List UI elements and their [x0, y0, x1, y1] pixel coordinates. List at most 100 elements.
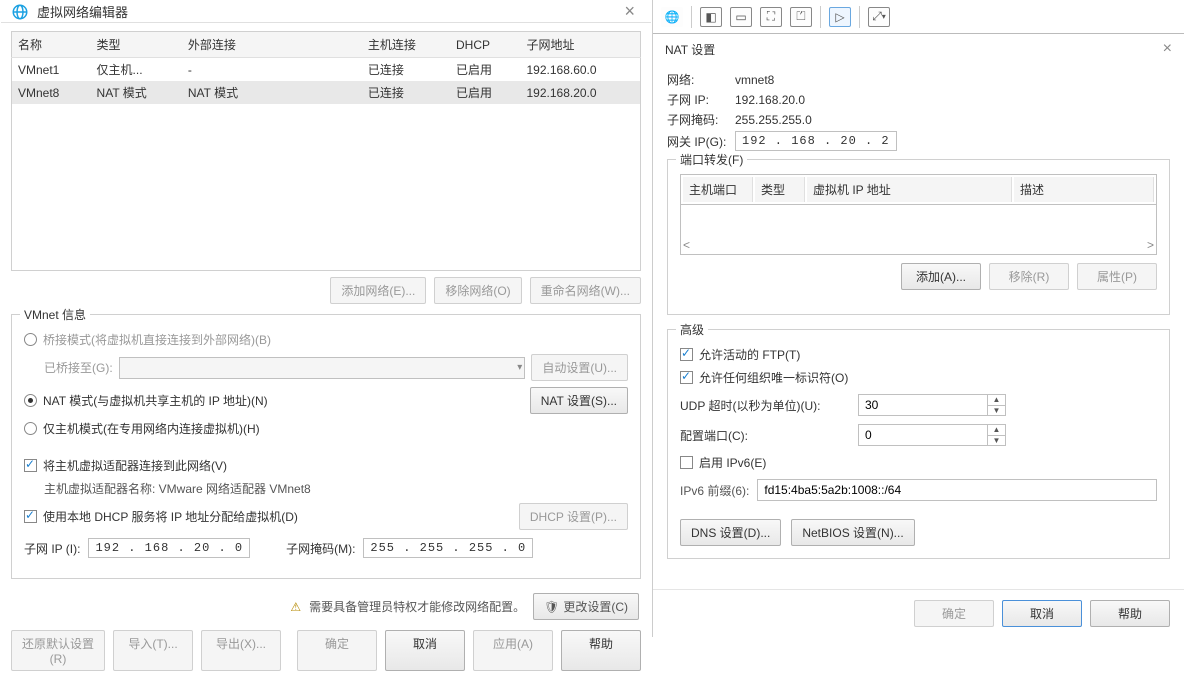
cancel-button[interactable]: 取消 — [385, 630, 465, 671]
subnet-ip-label: 子网 IP (I): — [24, 540, 80, 557]
col-ext[interactable]: 外部连接 — [182, 32, 362, 58]
nat-label: NAT 模式(与虚拟机共享主机的 IP 地址)(N) — [43, 392, 524, 409]
ftp-checkbox[interactable] — [680, 348, 693, 361]
config-port-label: 配置端口(C): — [680, 427, 850, 444]
layout-focus-icon[interactable]: ⛶ — [760, 7, 782, 27]
titlebar: 虚拟网络编辑器 × — [1, 1, 651, 23]
network-value: vmnet8 — [735, 73, 774, 87]
nat-ok-button[interactable]: 确定 — [914, 600, 994, 627]
auto-settings-button[interactable]: 自动设置(U)... — [531, 354, 628, 381]
nat-cancel-button[interactable]: 取消 — [1002, 600, 1082, 627]
subnet-mask-field[interactable]: 255 . 255 . 255 . 0 — [363, 538, 533, 558]
dhcp-settings-button[interactable]: DHCP 设置(P)... — [519, 503, 628, 530]
netbios-settings-button[interactable]: NetBIOS 设置(N)... — [791, 519, 914, 546]
col-vm-ip[interactable]: 虚拟机 IP 地址 — [807, 177, 1012, 202]
advanced-label: 高级 — [676, 321, 708, 338]
terminal-icon[interactable]: ▷ — [829, 7, 851, 27]
warning-icon: ⚠ — [290, 600, 301, 614]
close-icon[interactable]: × — [618, 1, 641, 22]
col-desc[interactable]: 描述 — [1014, 177, 1154, 202]
col-subnet[interactable]: 子网地址 — [521, 32, 641, 58]
udp-timeout-field[interactable] — [858, 394, 988, 416]
subnet-mask-label: 子网掩码(M): — [286, 540, 355, 557]
table-row[interactable]: VMnet1 仅主机... - 已连接 已启用 192.168.60.0 — [12, 58, 641, 82]
subnet-ip-field[interactable]: 192 . 168 . 20 . 0 — [88, 538, 250, 558]
remove-network-button[interactable]: 移除网络(O) — [434, 277, 521, 304]
col-name[interactable]: 名称 — [12, 32, 91, 58]
add-network-button[interactable]: 添加网络(E)... — [330, 277, 426, 304]
ftp-label: 允许活动的 FTP(T) — [699, 346, 800, 363]
nat-radio[interactable] — [24, 394, 37, 407]
dns-settings-button[interactable]: DNS 设置(D)... — [680, 519, 781, 546]
subnet-value: 192.168.20.0 — [735, 93, 805, 107]
ipv6-label: 启用 IPv6(E) — [699, 454, 766, 471]
pf-properties-button[interactable]: 属性(P) — [1077, 263, 1157, 290]
shield-icon: 🛡 — [544, 600, 559, 614]
app-logo-icon — [11, 3, 29, 21]
mask-value: 255.255.255.0 — [735, 113, 812, 127]
col-type[interactable]: 类型 — [755, 177, 805, 202]
ipv6-prefix-label: IPv6 前缀(6): — [680, 482, 749, 499]
restore-defaults-button[interactable]: 还原默认设置(R) — [11, 630, 105, 671]
nat-help-button[interactable]: 帮助 — [1090, 600, 1170, 627]
network-table[interactable]: 名称 类型 外部连接 主机连接 DHCP 子网地址 VMnet1 仅主机... … — [11, 31, 641, 271]
vmnet-info-label: VMnet 信息 — [20, 306, 90, 323]
chevron-down-icon: ▾ — [517, 362, 522, 373]
gateway-label: 网关 IP(G): — [667, 133, 731, 150]
config-port-field[interactable] — [858, 424, 988, 446]
bridge-to-label: 已桥接至(G): — [44, 359, 113, 376]
nat-dialog-title: NAT 设置 — [665, 41, 715, 58]
ipv6-prefix-field[interactable] — [757, 479, 1157, 501]
cfg-spinner[interactable]: ▲▼ — [988, 424, 1006, 446]
chevron-up-icon: ▲ — [988, 425, 1005, 436]
mask-label: 子网掩码: — [667, 111, 731, 128]
close-icon[interactable]: × — [1163, 40, 1172, 58]
host-adapter-checkbox[interactable] — [24, 459, 37, 472]
port-forward-label: 端口转发(F) — [676, 151, 747, 168]
gateway-field[interactable]: 192 . 168 . 20 . 2 — [735, 131, 897, 151]
pf-add-button[interactable]: 添加(A)... — [901, 263, 981, 290]
fullscreen-icon[interactable]: ⤢▾ — [868, 7, 890, 27]
use-dhcp-label: 使用本地 DHCP 服务将 IP 地址分配给虚拟机(D) — [43, 508, 513, 525]
bridge-to-select[interactable]: ▾ — [119, 357, 526, 379]
port-forward-table[interactable]: 主机端口 类型 虚拟机 IP 地址 描述 — [680, 174, 1157, 205]
change-settings-button[interactable]: 🛡 更改设置(C) — [533, 593, 639, 620]
ok-button[interactable]: 确定 — [297, 630, 377, 671]
rename-network-button[interactable]: 重命名网络(W)... — [530, 277, 641, 304]
chevron-up-icon: ▲ — [988, 395, 1005, 406]
help-button[interactable]: 帮助 — [561, 630, 641, 671]
udp-spinner[interactable]: ▲▼ — [988, 394, 1006, 416]
nat-settings-panel: 🌐 ◧ ▭ ⛶ ⏍ ▷ ⤢▾ NAT 设置 × 网络:vmnet8 子网 IP:… — [652, 0, 1184, 637]
bridge-radio[interactable] — [24, 333, 37, 346]
use-dhcp-checkbox[interactable] — [24, 510, 37, 523]
col-host-port[interactable]: 主机端口 — [683, 177, 753, 202]
toolbar: 🌐 ◧ ▭ ⛶ ⏍ ▷ ⤢▾ — [653, 0, 1184, 34]
col-host[interactable]: 主机连接 — [362, 32, 450, 58]
admin-warning: 需要具备管理员特权才能修改网络配置。 — [309, 598, 525, 615]
chevron-down-icon: ▼ — [988, 406, 1005, 416]
import-button[interactable]: 导入(T)... — [113, 630, 193, 671]
nat-settings-button[interactable]: NAT 设置(S)... — [530, 387, 628, 414]
col-type[interactable]: 类型 — [91, 32, 182, 58]
pf-remove-button[interactable]: 移除(R) — [989, 263, 1069, 290]
host-adapter-label: 将主机虚拟适配器连接到此网络(V) — [43, 457, 628, 474]
bridge-label: 桥接模式(将虚拟机直接连接到外部网络)(B) — [43, 331, 628, 348]
hostonly-label: 仅主机模式(在专用网络内连接虚拟机)(H) — [43, 420, 628, 437]
apply-button[interactable]: 应用(A) — [473, 630, 553, 671]
layout-single-icon[interactable]: ▭ — [730, 7, 752, 27]
globe-icon[interactable]: 🌐 — [661, 7, 683, 27]
layout-split-icon[interactable]: ◧ — [700, 7, 722, 27]
ipv6-checkbox[interactable] — [680, 456, 693, 469]
export-button[interactable]: 导出(X)... — [201, 630, 281, 671]
col-dhcp[interactable]: DHCP — [450, 32, 521, 58]
port-forward-scroll[interactable]: <> — [680, 205, 1157, 255]
hostonly-radio[interactable] — [24, 422, 37, 435]
chevron-down-icon: ▼ — [988, 436, 1005, 446]
udp-timeout-label: UDP 超时(以秒为单位)(U): — [680, 397, 850, 414]
oui-checkbox[interactable] — [680, 371, 693, 384]
table-row[interactable]: VMnet8 NAT 模式 NAT 模式 已连接 已启用 192.168.20.… — [12, 81, 641, 104]
dialog-title: 虚拟网络编辑器 — [37, 2, 618, 21]
layout-exit-icon[interactable]: ⏍ — [790, 7, 812, 27]
oui-label: 允许任何组织唯一标识符(O) — [699, 369, 848, 386]
subnet-label: 子网 IP: — [667, 91, 731, 108]
